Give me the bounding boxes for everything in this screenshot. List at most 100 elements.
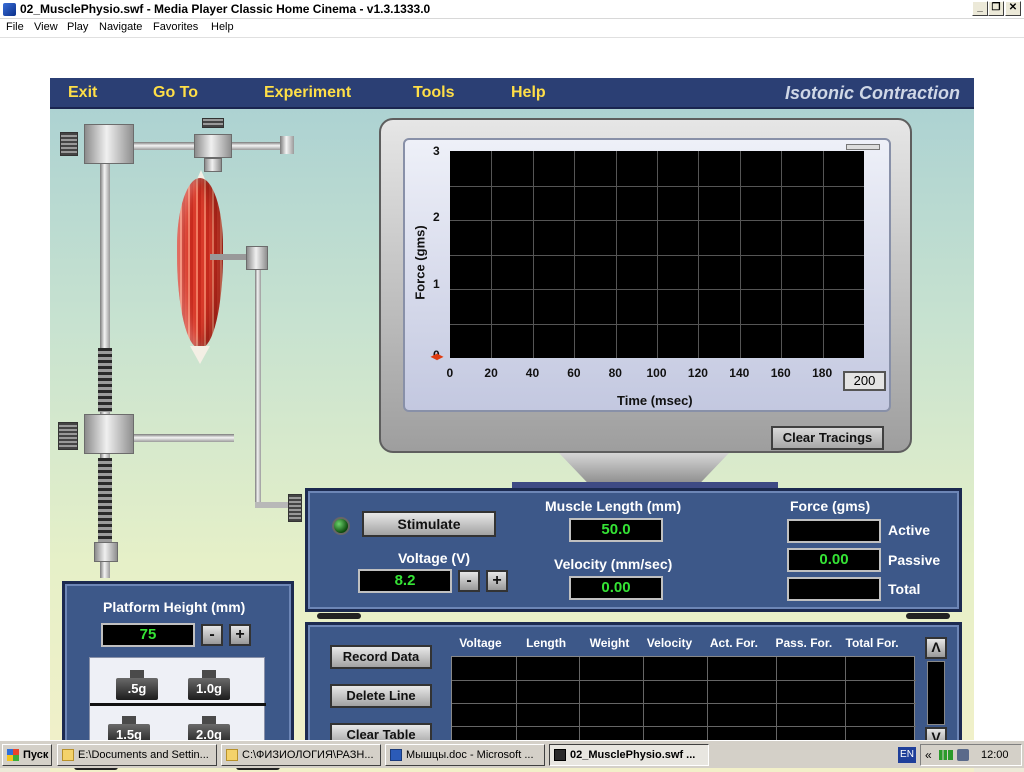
- active-label: Active: [888, 522, 931, 538]
- platform-height-display: 75: [101, 623, 195, 647]
- clamp-lower: [84, 414, 134, 454]
- spring-coil-lower: [98, 458, 112, 542]
- plot-gridline-horizontal: [450, 324, 864, 325]
- muscle-specimen: [177, 178, 223, 348]
- plot-gridline-horizontal: [450, 289, 864, 290]
- clamp-top-knob[interactable]: [60, 132, 78, 156]
- stimulate-button[interactable]: Stimulate: [362, 511, 496, 537]
- holder-knob[interactable]: [202, 118, 224, 128]
- tray-expand-arrows[interactable]: «: [925, 748, 932, 762]
- menu-help[interactable]: Help: [211, 21, 234, 33]
- menu-file[interactable]: File: [6, 21, 24, 33]
- table-column-header: Length: [526, 636, 567, 650]
- close-button[interactable]: ✕: [1005, 1, 1021, 16]
- simulation-nav: Exit Go To Experiment Tools Help Isotoni…: [50, 78, 974, 109]
- electrode-clamp: [246, 246, 268, 270]
- weight-1-0g[interactable]: 1.0g: [188, 670, 230, 700]
- velocity-display: 0.00: [569, 576, 663, 600]
- weight-0-5g[interactable]: .5g: [116, 670, 158, 700]
- x-tick-label: 20: [484, 366, 498, 380]
- video-viewport: Exit Go To Experiment Tools Help Isotoni…: [0, 38, 1024, 772]
- x-tick-label: 160: [770, 366, 791, 380]
- nav-go-to[interactable]: Go To: [153, 84, 198, 102]
- arm-end-cap: [280, 136, 294, 154]
- taskbar-item-explorer-documents[interactable]: E:\Documents and Settin...: [57, 744, 217, 766]
- velocity-label: Velocity (mm/sec): [554, 556, 673, 572]
- taskbar-item-label: E:\Documents and Settin...: [78, 749, 209, 761]
- data-table-grid[interactable]: [451, 656, 916, 749]
- electrode-arm: [210, 254, 250, 260]
- taskbar-item-label: C:\ФИЗИОЛОГИЯ\РАЗН...: [242, 749, 374, 761]
- nav-experiment[interactable]: Experiment: [264, 84, 351, 102]
- lower-arm-rod: [134, 434, 234, 442]
- x-tick-label: 0: [446, 366, 454, 380]
- table-column-header: Weight: [589, 636, 630, 650]
- record-data-button[interactable]: Record Data: [330, 645, 432, 669]
- clamp-top: [84, 124, 134, 164]
- time-scale-200-button[interactable]: 200: [843, 371, 886, 391]
- experiment-title: Isotonic Contraction: [785, 83, 960, 103]
- voltage-decrease-button[interactable]: -: [458, 570, 480, 592]
- x-axis-label: Time (msec): [617, 393, 693, 408]
- start-button[interactable]: Пуск: [2, 744, 52, 766]
- taskbar-item-explorer-physiology[interactable]: C:\ФИЗИОЛОГИЯ\РАЗН...: [221, 744, 381, 766]
- electrode-connector: [288, 494, 302, 522]
- taskbar-item-media-player[interactable]: 02_MusclePhysio.swf ...: [549, 744, 709, 766]
- weights-tray: .5g 1.0g 1.5g 2.0g: [89, 657, 266, 751]
- total-force-display: [787, 577, 881, 601]
- voltage-display: 8.2: [358, 569, 452, 593]
- nav-tools[interactable]: Tools: [413, 84, 454, 102]
- minimize-button[interactable]: _: [972, 1, 988, 16]
- x-tick-label: 60: [567, 366, 581, 380]
- start-label: Пуск: [23, 749, 49, 761]
- holder-block: [194, 134, 232, 158]
- system-tray: « 12:00: [920, 744, 1022, 766]
- table-scroll-track[interactable]: [927, 661, 945, 725]
- table-column-header: Voltage: [459, 636, 502, 650]
- taskbar-item-word-document[interactable]: Мышцы.doc - Microsoft ...: [385, 744, 545, 766]
- app-icon: [3, 3, 16, 16]
- electrode-wire-vertical: [255, 270, 261, 506]
- table-column-header: Velocity: [646, 636, 693, 650]
- spring-coil-upper: [98, 348, 112, 412]
- restore-button[interactable]: ❐: [988, 1, 1004, 16]
- y-tick-label: 2: [433, 210, 440, 224]
- network-icon[interactable]: [939, 750, 953, 760]
- x-tick-label: 80: [608, 366, 622, 380]
- stimulus-indicator-light: [332, 517, 350, 535]
- table-column-header: Total For.: [845, 636, 899, 650]
- plot-area: [450, 151, 864, 358]
- voltage-label: Voltage (V): [398, 550, 471, 566]
- stimulator-panel: Stimulate Voltage (V) 8.2 - + Muscle Len…: [305, 488, 962, 612]
- y-axis-label: Force (gms): [412, 225, 428, 300]
- platform-height-label: Platform Height (mm): [103, 599, 246, 615]
- passive-force-display: 0.00: [787, 548, 881, 572]
- nav-help[interactable]: Help: [511, 84, 546, 102]
- windows-logo-icon: [7, 749, 19, 761]
- table-gridline-horizontal: [452, 680, 916, 681]
- delete-line-button[interactable]: Delete Line: [330, 684, 432, 708]
- platform-panel: Platform Height (mm) 75 - + .5g 1.0g 1.5…: [62, 581, 294, 763]
- active-force-display: [787, 519, 881, 543]
- clear-tracings-button[interactable]: Clear Tracings: [771, 426, 884, 450]
- menu-navigate[interactable]: Navigate: [99, 21, 142, 33]
- folder-icon: [226, 749, 238, 761]
- volume-icon[interactable]: [957, 749, 969, 761]
- platform-increase-button[interactable]: +: [229, 624, 251, 646]
- menu-view[interactable]: View: [34, 21, 58, 33]
- clamp-lower-knob[interactable]: [58, 422, 78, 450]
- word-document-icon: [390, 749, 402, 761]
- plot-gridline-horizontal: [450, 186, 864, 187]
- menu-play[interactable]: Play: [67, 21, 88, 33]
- x-tick-label: 180: [812, 366, 833, 380]
- scope-scroll-handle[interactable]: [846, 144, 880, 150]
- language-indicator[interactable]: EN: [898, 747, 916, 763]
- table-column-header: Act. For.: [709, 636, 758, 650]
- table-scroll-up-button[interactable]: Λ: [925, 637, 947, 659]
- lower-tendon: [190, 346, 210, 364]
- nav-exit[interactable]: Exit: [68, 84, 97, 102]
- platform-decrease-button[interactable]: -: [201, 624, 223, 646]
- taskbar-item-label: 02_MusclePhysio.swf ...: [570, 749, 696, 761]
- voltage-increase-button[interactable]: +: [486, 570, 508, 592]
- menu-favorites[interactable]: Favorites: [153, 21, 198, 33]
